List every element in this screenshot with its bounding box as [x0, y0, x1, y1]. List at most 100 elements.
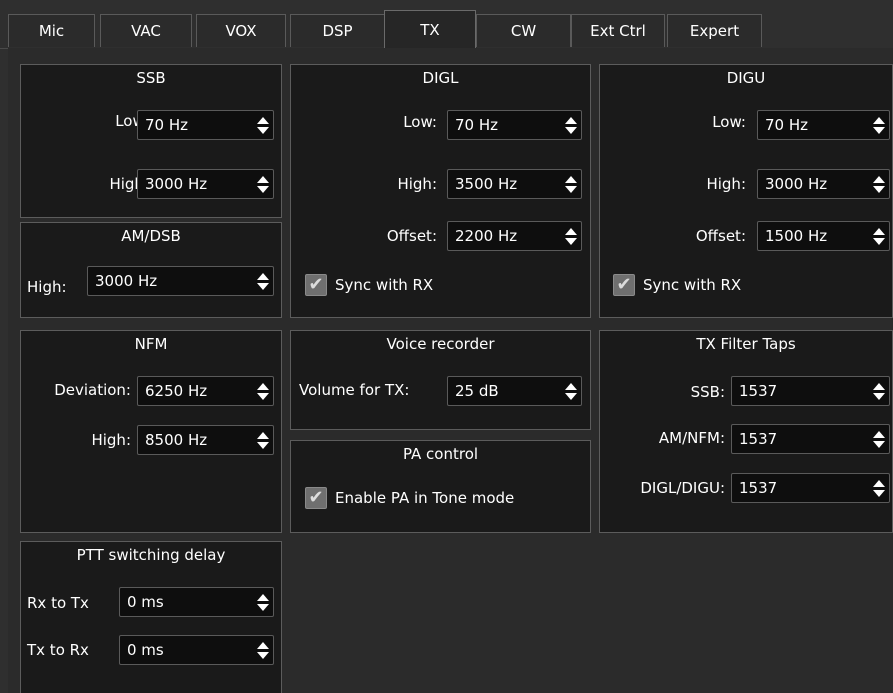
tab-dsp[interactable]: DSP	[290, 14, 385, 47]
spin-down-arrow-icon[interactable]	[565, 126, 577, 134]
digu-offset-label: Offset:	[695, 227, 746, 245]
digl-high-value: 3500 Hz	[455, 175, 518, 193]
spin-up-arrow-icon[interactable]	[565, 227, 577, 235]
spin-down-arrow-icon[interactable]	[873, 237, 885, 245]
spin-up-arrow-icon[interactable]	[257, 116, 269, 124]
tab-label: Mic	[38, 22, 65, 40]
voice-recorder-title: Voice recorder	[386, 335, 495, 353]
spin-arrows-icon[interactable]	[869, 474, 889, 502]
spin-arrows-icon[interactable]	[253, 267, 273, 295]
spin-arrows-icon[interactable]	[253, 636, 273, 664]
digu-group: DIGU Low: 70 Hz High: 3000 Hz Offset: 15…	[599, 64, 893, 318]
ptt-rx-to-tx-label: Rx to Tx	[27, 594, 89, 612]
spin-arrows-icon[interactable]	[561, 222, 581, 250]
spin-down-arrow-icon[interactable]	[873, 489, 885, 497]
digl-offset-spinbox[interactable]: 2200 Hz	[447, 221, 582, 251]
spin-down-arrow-icon[interactable]	[873, 392, 885, 400]
tab-expert[interactable]: Expert	[667, 14, 762, 47]
tab-vox[interactable]: VOX	[196, 14, 286, 47]
spin-up-arrow-icon[interactable]	[565, 116, 577, 124]
spin-arrows-icon[interactable]	[869, 377, 889, 405]
amdsb-high-spinbox[interactable]: 3000 Hz	[87, 266, 274, 296]
spin-arrows-icon[interactable]	[253, 111, 273, 139]
checkmark-icon[interactable]: ✔	[305, 274, 327, 296]
digu-offset-spinbox[interactable]: 1500 Hz	[757, 221, 890, 251]
ssb-high-value: 3000 Hz	[145, 175, 208, 193]
spin-up-arrow-icon[interactable]	[565, 382, 577, 390]
spin-arrows-icon[interactable]	[869, 170, 889, 198]
voice-volume-value: 25 dB	[455, 382, 499, 400]
ssb-high-spinbox[interactable]: 3000 Hz	[137, 169, 274, 199]
digl-high-spinbox[interactable]: 3500 Hz	[447, 169, 582, 199]
checkmark-icon[interactable]: ✔	[305, 487, 327, 509]
tab-cw[interactable]: CW	[476, 14, 571, 47]
nfm-deviation-spinbox[interactable]: 6250 Hz	[137, 376, 274, 406]
spin-up-arrow-icon[interactable]	[257, 641, 269, 649]
spin-up-arrow-icon[interactable]	[257, 382, 269, 390]
spin-up-arrow-icon[interactable]	[873, 382, 885, 390]
taps-ssb-spinbox[interactable]: 1537	[731, 376, 890, 406]
digu-high-spinbox[interactable]: 3000 Hz	[757, 169, 890, 199]
spin-down-arrow-icon[interactable]	[257, 651, 269, 659]
spin-down-arrow-icon[interactable]	[257, 126, 269, 134]
taps-digl-digu-spinbox[interactable]: 1537	[731, 473, 890, 503]
spin-arrows-icon[interactable]	[869, 222, 889, 250]
tab-mic[interactable]: Mic	[8, 14, 95, 47]
spin-arrows-icon[interactable]	[561, 377, 581, 405]
spin-down-arrow-icon[interactable]	[565, 392, 577, 400]
voice-volume-spinbox[interactable]: 25 dB	[447, 376, 582, 406]
amdsb-group: AM/DSB High: 3000 Hz	[20, 222, 282, 318]
nfm-high-label: High:	[91, 431, 131, 449]
digu-low-spinbox[interactable]: 70 Hz	[757, 110, 890, 140]
spin-up-arrow-icon[interactable]	[257, 175, 269, 183]
spin-down-arrow-icon[interactable]	[257, 441, 269, 449]
nfm-deviation-label: Deviation:	[54, 381, 131, 399]
spin-arrows-icon[interactable]	[869, 111, 889, 139]
ssb-low-label: Low:	[115, 112, 149, 130]
tab-vac[interactable]: VAC	[100, 14, 192, 47]
spin-down-arrow-icon[interactable]	[257, 185, 269, 193]
spin-up-arrow-icon[interactable]	[873, 175, 885, 183]
spin-down-arrow-icon[interactable]	[873, 440, 885, 448]
ssb-low-spinbox[interactable]: 70 Hz	[137, 110, 274, 140]
spin-up-arrow-icon[interactable]	[873, 116, 885, 124]
spin-up-arrow-icon[interactable]	[565, 175, 577, 183]
ptt-rx-to-tx-spinbox[interactable]: 0 ms	[119, 587, 274, 617]
spin-up-arrow-icon[interactable]	[873, 430, 885, 438]
digl-low-spinbox[interactable]: 70 Hz	[447, 110, 582, 140]
spin-arrows-icon[interactable]	[869, 425, 889, 453]
spin-up-arrow-icon[interactable]	[257, 431, 269, 439]
spin-down-arrow-icon[interactable]	[873, 126, 885, 134]
tab-tx[interactable]: TX	[384, 10, 476, 49]
taps-digl-digu-value: 1537	[739, 479, 778, 497]
digl-low-value: 70 Hz	[455, 116, 499, 134]
taps-amnfm-spinbox[interactable]: 1537	[731, 424, 890, 454]
spin-up-arrow-icon[interactable]	[257, 272, 269, 280]
spin-arrows-icon[interactable]	[561, 170, 581, 198]
spin-down-arrow-icon[interactable]	[565, 185, 577, 193]
spin-arrows-icon[interactable]	[561, 111, 581, 139]
spin-arrows-icon[interactable]	[253, 170, 273, 198]
spin-down-arrow-icon[interactable]	[565, 237, 577, 245]
spin-down-arrow-icon[interactable]	[257, 392, 269, 400]
spin-up-arrow-icon[interactable]	[873, 227, 885, 235]
digu-sync-checkbox[interactable]: ✔ Sync with RX	[613, 274, 741, 296]
spin-down-arrow-icon[interactable]	[257, 603, 269, 611]
spin-down-arrow-icon[interactable]	[873, 185, 885, 193]
tab-ext-ctrl[interactable]: Ext Ctrl	[571, 14, 665, 47]
tab-label: VOX	[225, 22, 257, 40]
nfm-group: NFM Deviation: 6250 Hz High: 8500 Hz	[20, 330, 282, 533]
spin-arrows-icon[interactable]	[253, 588, 273, 616]
checkmark-icon[interactable]: ✔	[613, 274, 635, 296]
spin-arrows-icon[interactable]	[253, 377, 273, 405]
pa-enable-checkbox[interactable]: ✔ Enable PA in Tone mode	[305, 487, 514, 509]
spin-up-arrow-icon[interactable]	[257, 593, 269, 601]
digl-offset-value: 2200 Hz	[455, 227, 518, 245]
ptt-tx-to-rx-spinbox[interactable]: 0 ms	[119, 635, 274, 665]
spin-down-arrow-icon[interactable]	[257, 282, 269, 290]
spin-up-arrow-icon[interactable]	[873, 479, 885, 487]
digl-sync-checkbox[interactable]: ✔ Sync with RX	[305, 274, 433, 296]
nfm-high-spinbox[interactable]: 8500 Hz	[137, 425, 274, 455]
digu-high-label: High:	[706, 175, 746, 193]
spin-arrows-icon[interactable]	[253, 426, 273, 454]
